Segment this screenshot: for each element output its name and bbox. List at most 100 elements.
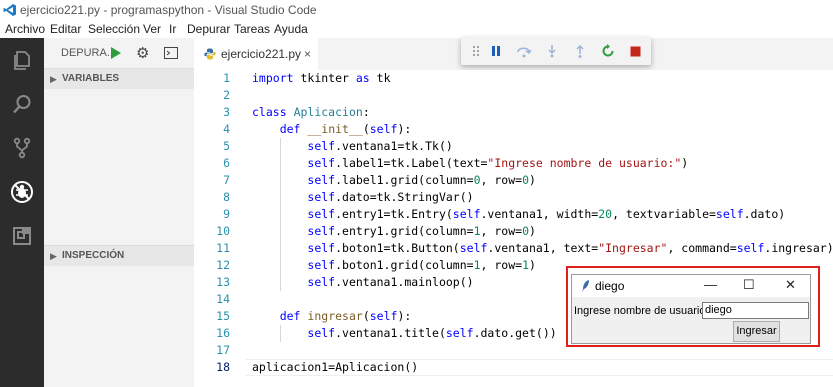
code-token: def [279, 122, 301, 136]
tkinter-window-title: diego [595, 279, 625, 293]
line-number: 15 [216, 309, 230, 323]
minimize-icon[interactable]: — [704, 277, 717, 292]
menu-ayuda[interactable]: Ayuda [274, 22, 308, 36]
code-token: self [307, 275, 336, 289]
code-token: "Ingrese nombre de usuario:" [487, 156, 682, 170]
tab-filename: ejercicio221.py [221, 47, 302, 61]
code-line: def ingresar(self): [279, 309, 412, 323]
code-token: self [715, 207, 744, 221]
menu-editar[interactable]: Editar [50, 22, 81, 36]
line-number: 9 [223, 207, 230, 221]
step-into-icon[interactable] [544, 43, 560, 59]
tkinter-title-bar[interactable]: diego — ☐ ✕ [572, 275, 810, 297]
tk-feather-icon [582, 280, 589, 292]
menu-tareas[interactable]: Tareas [234, 22, 270, 36]
code-line: class Aplicacion: [252, 105, 370, 119]
line-number: 8 [223, 190, 230, 204]
code-line: self.boton1=tk.Button(self.ventana1, tex… [307, 241, 833, 255]
code-token: __init__ [307, 122, 363, 136]
inspeccion-section-label: INSPECCIÓN [62, 250, 125, 261]
menu-archivo[interactable]: Archivo [5, 22, 45, 36]
code-token: 1 [473, 224, 481, 238]
inspeccion-section-header[interactable]: ▶ INSPECCIÓN [44, 245, 194, 266]
debug-config-label[interactable]: DEPURA... [61, 47, 116, 59]
line-number: 11 [216, 241, 230, 255]
source-control-icon[interactable] [8, 134, 36, 162]
python-file-icon [204, 48, 216, 60]
code-token: class [252, 105, 287, 119]
close-icon[interactable]: ✕ [785, 277, 796, 293]
code-line: self.dato=tk.StringVar() [307, 190, 474, 204]
restart-icon[interactable] [600, 43, 616, 59]
line-number: 7 [223, 173, 230, 187]
search-icon[interactable] [8, 90, 36, 118]
start-debugging-icon[interactable] [110, 46, 122, 60]
code-token: self [307, 156, 336, 170]
maximize-icon[interactable]: ☐ [743, 277, 755, 293]
debug-console-icon[interactable] [164, 47, 178, 59]
tab-close-icon[interactable]: × [304, 47, 311, 61]
stop-icon[interactable] [627, 43, 643, 59]
drag-handle-icon[interactable] [468, 43, 484, 59]
line-number: 13 [216, 275, 230, 289]
username-entry[interactable]: diego [702, 302, 809, 319]
line-number: 10 [216, 224, 230, 238]
line-number: 5 [223, 139, 230, 153]
code-line: self.ventana1.title(self.dato.get()) [307, 326, 557, 340]
code-line: def __init__(self): [279, 122, 412, 136]
code-token: self [307, 173, 336, 187]
code-token: import [252, 71, 294, 85]
debug-icon[interactable] [8, 178, 36, 206]
tab-ejercicio221[interactable]: ejercicio221.py × [194, 38, 318, 70]
menu-seleccion[interactable]: Selección [88, 22, 140, 36]
code-token: ingresar [307, 309, 363, 323]
code-line: self.ventana1=tk.Tk() [307, 139, 453, 153]
code-token: 0 [522, 224, 529, 238]
step-out-icon[interactable] [572, 43, 588, 59]
code-token: "Ingresar" [598, 241, 668, 255]
code-token: self [307, 207, 336, 221]
code-token: self [452, 207, 481, 221]
code-token: self [736, 241, 765, 255]
extensions-icon[interactable] [8, 222, 36, 250]
code-token: self [307, 241, 336, 255]
code-line: aplicacion1=Aplicacion() [252, 360, 419, 374]
code-token: def [279, 309, 301, 323]
code-token: self [445, 326, 474, 340]
code-token: as [355, 71, 370, 85]
tkinter-window: diego — ☐ ✕ Ingrese nombre de usuario: d… [571, 274, 811, 344]
gear-icon[interactable]: ⚙ [136, 44, 149, 62]
menu-bar: Archivo Editar Selección Ver Ir Depurar … [0, 20, 833, 38]
menu-depurar[interactable]: Depurar [187, 22, 230, 36]
line-number: 6 [223, 156, 230, 170]
code-token: self [369, 309, 398, 323]
code-token: self [307, 224, 336, 238]
code-token: self [307, 326, 336, 340]
debug-sidebar: DEPURA... ⚙ ▶ VARIABLES ▶ INSPECCIÓN [44, 38, 194, 387]
code-token: 0 [522, 173, 529, 187]
ingresar-button[interactable]: Ingresar [733, 321, 780, 342]
line-number: 3 [223, 105, 230, 119]
menu-ver[interactable]: Ver [143, 22, 161, 36]
code-token: 1 [473, 258, 481, 272]
line-number: 14 [216, 292, 230, 306]
line-number: 16 [216, 326, 230, 340]
activity-bar [0, 38, 44, 387]
step-over-icon[interactable] [516, 43, 532, 59]
code-line: self.entry1=tk.Entry(self.ventana1, widt… [307, 207, 786, 221]
code-line: self.label1=tk.Label(text="Ingrese nombr… [307, 156, 689, 170]
debug-sidebar-toolbar: DEPURA... ⚙ [44, 38, 194, 68]
line-number: 2 [223, 88, 230, 102]
variables-section-header[interactable]: ▶ VARIABLES [44, 68, 194, 89]
code-line: self.ventana1.mainloop() [307, 275, 474, 289]
code-line: self.label1.grid(column=0, row=0) [307, 173, 536, 187]
code-token: Aplicacion [293, 105, 363, 119]
line-number-current: 18 [216, 360, 230, 374]
code-line: self.entry1.grid(column=1, row=0) [307, 224, 536, 238]
line-number: 17 [216, 343, 230, 357]
pause-icon[interactable] [488, 43, 504, 59]
menu-ir[interactable]: Ir [169, 22, 176, 36]
code-token: self [369, 122, 398, 136]
explorer-icon[interactable] [8, 46, 36, 74]
line-number-gutter: 1 2 3 4 5 6 7 8 9 10 11 12 13 14 15 16 1… [194, 70, 244, 387]
